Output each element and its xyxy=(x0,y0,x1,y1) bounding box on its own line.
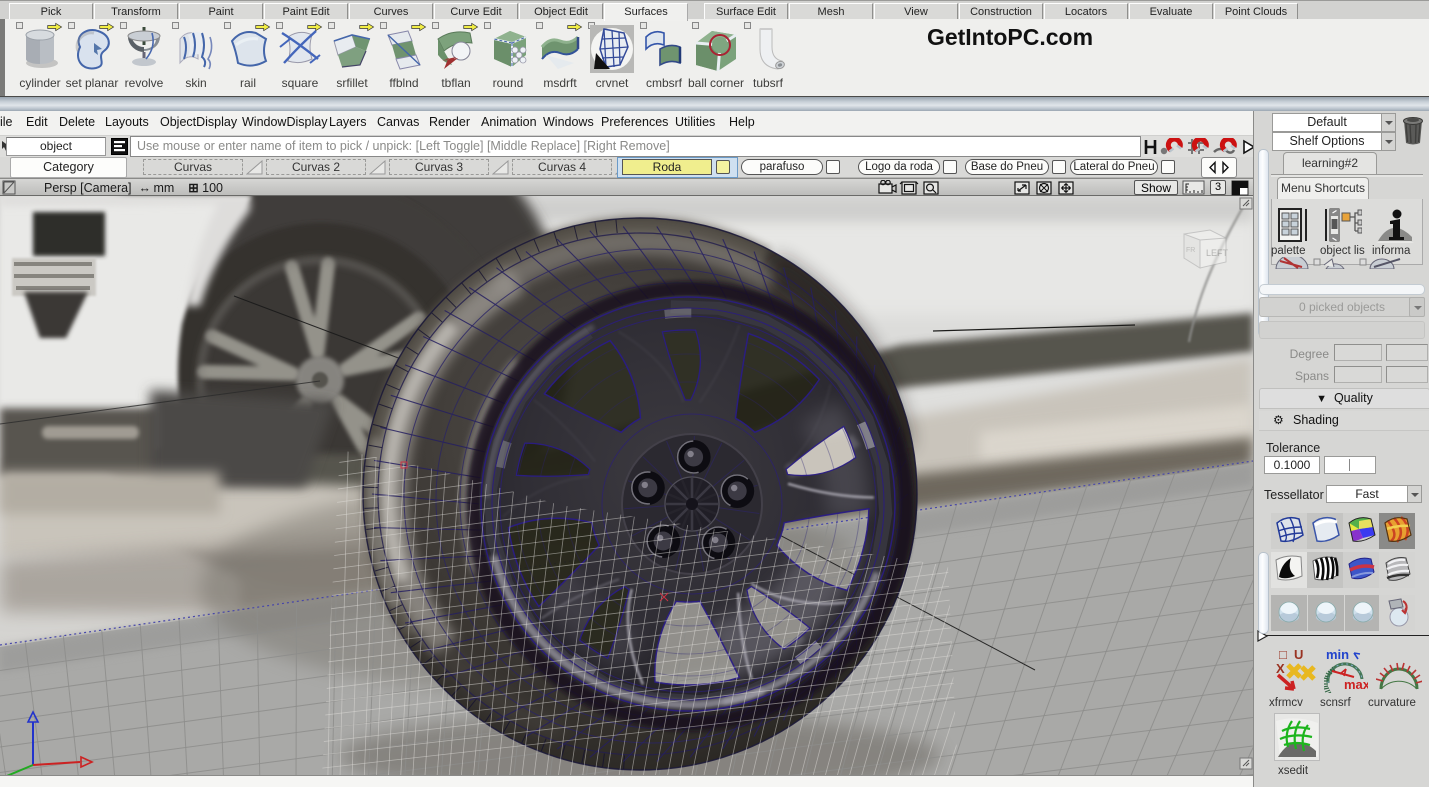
svg-text:U: U xyxy=(1294,647,1303,662)
svg-text:□: □ xyxy=(1279,647,1287,662)
svg-text:LEFT: LEFT xyxy=(1206,248,1229,258)
svg-text:X: X xyxy=(1276,661,1285,676)
svg-text:min: min xyxy=(1326,647,1349,662)
svg-text:max: max xyxy=(1344,677,1368,692)
svg-text:FR: FR xyxy=(1186,247,1195,254)
